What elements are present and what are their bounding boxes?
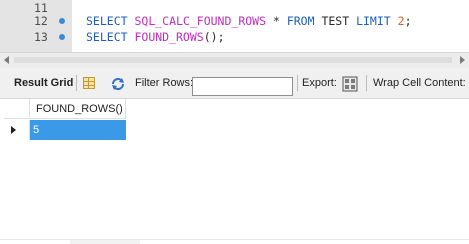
sql-token: FROM <box>286 14 315 28</box>
grid-corner[interactable] <box>4 99 30 119</box>
sql-statement[interactable]: SELECT FOUND_ROWS(); <box>86 29 225 45</box>
toolbar-separator <box>76 75 77 91</box>
sql-token: SELECT <box>86 14 135 28</box>
sql-token: SQL_CALC_FOUND_ROWS <box>134 14 267 28</box>
scroll-left-icon[interactable] <box>4 56 9 64</box>
export-icon[interactable] <box>342 76 358 92</box>
sql-token: * <box>266 14 287 28</box>
sql-token: (); <box>203 30 225 44</box>
filter-rows-label: Filter Rows: <box>135 77 194 89</box>
sql-token: SELECT <box>86 30 135 44</box>
bottom-tab-strip <box>70 240 140 244</box>
result-grid-tab[interactable]: Result Grid <box>14 68 73 98</box>
sql-token: TEST <box>314 14 357 28</box>
row-pointer-icon <box>11 126 16 134</box>
grid-view-icon[interactable] <box>83 77 95 89</box>
grid-cell-selected[interactable]: 5 <box>30 120 126 140</box>
sql-statement[interactable]: SELECT SQL_CALC_FOUND_ROWS * FROM TEST L… <box>86 13 412 29</box>
filter-rows-input[interactable] <box>192 77 293 96</box>
editor-horizontal-scrollbar[interactable] <box>0 52 469 68</box>
row-header[interactable] <box>4 120 30 140</box>
sql-token: LIMIT <box>356 14 391 28</box>
column-header[interactable]: FOUND_ROWS() <box>30 99 126 119</box>
refresh-icon[interactable] <box>110 76 126 92</box>
toolbar-separator <box>366 75 367 91</box>
sql-token: ; <box>404 14 412 28</box>
wrap-cell-content-label: Wrap Cell Content: <box>373 77 466 89</box>
line-number: 12 <box>34 14 48 28</box>
executed-statement-icon <box>59 18 65 24</box>
scroll-right-icon[interactable] <box>460 56 465 64</box>
code-line-13[interactable]: 13 SELECT FOUND_ROWS(); <box>0 29 469 45</box>
code-line-12[interactable]: 12 SELECT SQL_CALC_FOUND_ROWS * FROM TES… <box>0 13 469 29</box>
sql-token: FOUND_ROWS <box>134 30 204 44</box>
toolbar-separator <box>297 75 298 91</box>
sql-token: 2 <box>397 14 405 28</box>
result-grid: FOUND_ROWS() 5 <box>0 99 469 244</box>
scrollbar-thumb[interactable] <box>14 57 452 63</box>
export-label: Export: <box>302 77 337 89</box>
sql-editor[interactable]: 11 12 SELECT SQL_CALC_FOUND_ROWS * FROM … <box>0 0 469 52</box>
executed-statement-icon <box>59 34 65 40</box>
line-number: 13 <box>34 30 48 44</box>
